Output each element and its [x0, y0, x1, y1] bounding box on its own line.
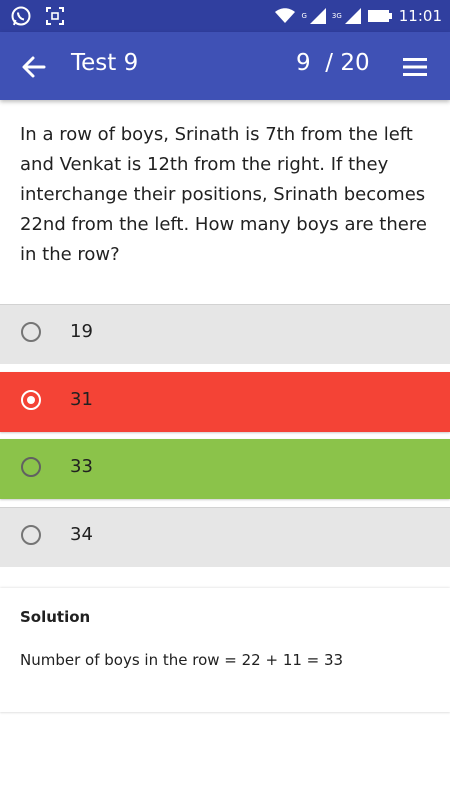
- network-type-label-2: 3G: [331, 12, 342, 20]
- option-33[interactable]: 33: [0, 439, 450, 499]
- radio-selected-icon[interactable]: [21, 390, 41, 410]
- option-label: 34: [70, 524, 93, 545]
- solution-text: Number of boys in the row = 22 + 11 = 33: [20, 651, 344, 669]
- status-time: 11:01: [398, 7, 442, 25]
- solution-card: Solution Number of boys in the row = 22 …: [0, 588, 450, 712]
- whatsapp-icon: [11, 6, 31, 26]
- signal-3g-icon: [344, 8, 361, 24]
- menu-icon[interactable]: [402, 56, 428, 78]
- option-34[interactable]: 34: [0, 507, 450, 567]
- screenshot-icon: [46, 7, 64, 25]
- question-text: In a row of boys, Srinath is 7th from th…: [20, 124, 427, 265]
- option-31[interactable]: 31: [0, 372, 450, 432]
- app-bar: Test 9 9 / 20: [0, 32, 450, 100]
- battery-icon: [367, 10, 392, 22]
- wifi-icon: [275, 8, 296, 23]
- option-label: 19: [70, 321, 93, 342]
- arrow-back-icon[interactable]: [20, 53, 48, 81]
- option-label: 33: [70, 456, 93, 477]
- status-bar: G 3G 11:01: [0, 0, 450, 32]
- option-19[interactable]: 19: [0, 304, 450, 364]
- solution-title: Solution: [20, 608, 91, 626]
- radio-unselected-icon[interactable]: [21, 457, 41, 477]
- network-type-label: G: [301, 12, 307, 20]
- option-label: 31: [70, 389, 93, 410]
- signal-icon: [309, 8, 326, 24]
- page-title: Test 9: [71, 50, 139, 76]
- question-counter: 9 / 20: [296, 50, 370, 76]
- radio-unselected-icon[interactable]: [21, 525, 41, 545]
- radio-unselected-icon[interactable]: [21, 322, 41, 342]
